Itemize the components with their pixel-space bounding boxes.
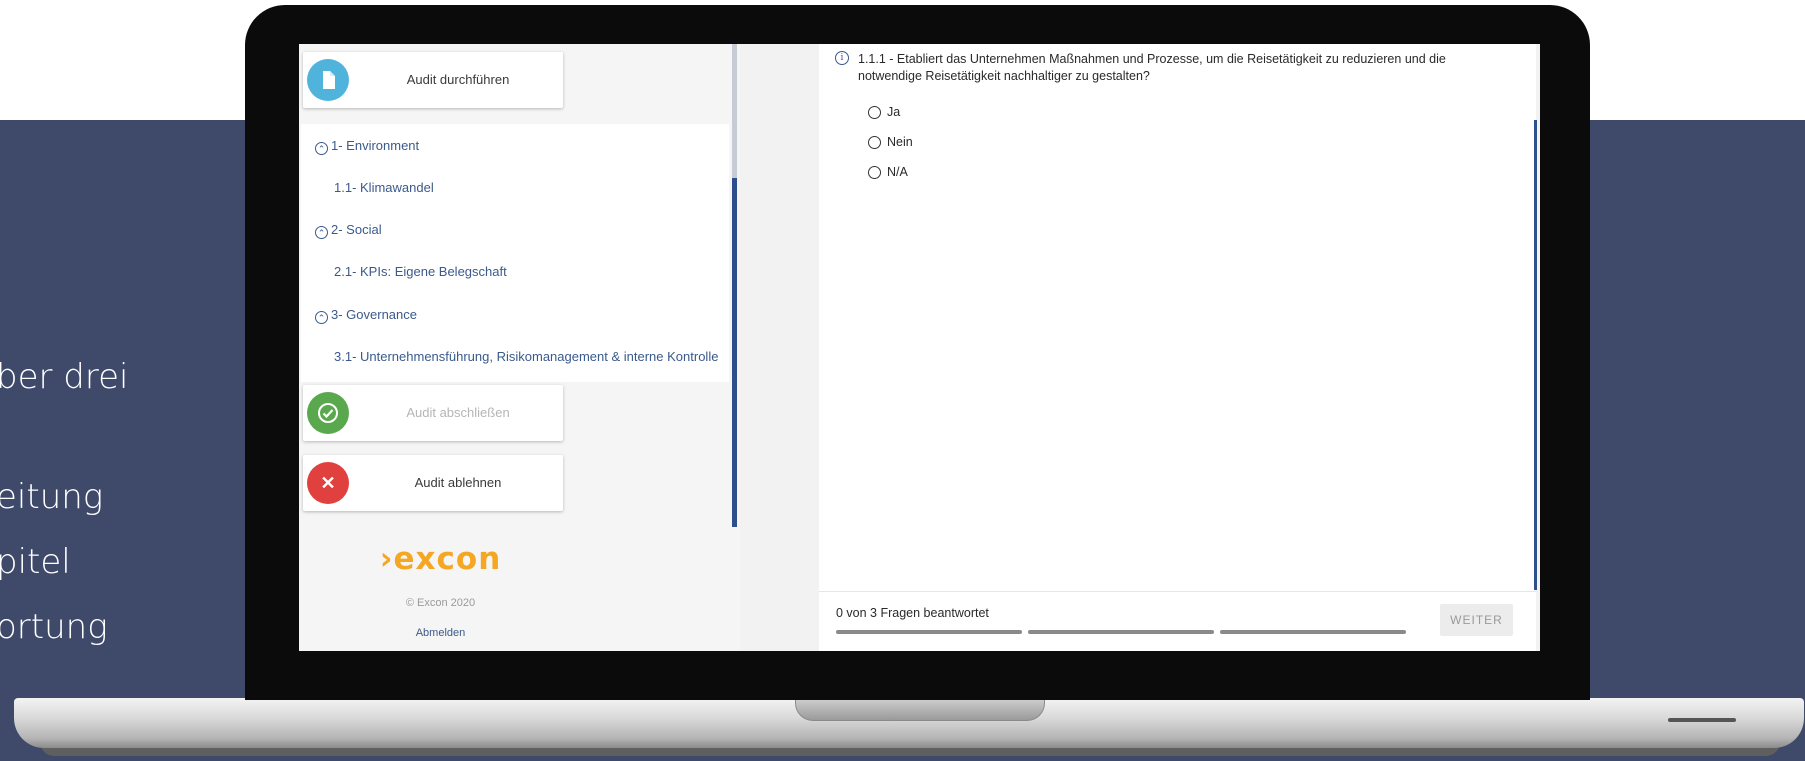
question-text: 1.1.1 - Etabliert das Unternehmen Maßnah… (858, 52, 1446, 83)
copyright: © Excon 2020 (405, 597, 476, 609)
question-card: i 1.1.1 - Etabliert das Unternehmen Maßn… (819, 44, 1536, 651)
option-ja[interactable]: Ja (868, 105, 900, 119)
nav-label: 1- Environment (331, 138, 420, 153)
nav-chapter-environment[interactable]: ⌃ 1- Environment (315, 138, 419, 155)
option-label: N/A (887, 165, 908, 179)
logout-link[interactable]: Abmelden (299, 627, 582, 639)
perform-audit-button[interactable]: Audit durchführen (303, 52, 563, 108)
radio-icon[interactable] (868, 136, 881, 149)
slide-line: ber drei (0, 357, 129, 397)
question-scrollbar[interactable] (1534, 120, 1537, 590)
slide-line: ortung (0, 607, 108, 647)
progress-segment (1220, 630, 1406, 634)
option-nein[interactable]: Nein (868, 135, 913, 149)
chevron-up-icon: ⌃ (315, 311, 328, 324)
option-label: Ja (887, 105, 901, 119)
slide-line: eitung (0, 477, 104, 517)
complete-audit-label: Audit abschließen (406, 405, 510, 420)
nav-chapter-governance[interactable]: ⌃ 3- Governance (315, 307, 417, 324)
progress-text: 0 von 3 Fragen beantwortet (836, 606, 989, 620)
progress-segment (1028, 630, 1214, 634)
next-button[interactable]: WEITER (1440, 604, 1513, 636)
document-icon (307, 59, 349, 101)
sidebar-scrollbar-thumb[interactable] (732, 178, 737, 527)
nav-section-klimawandel[interactable]: 1.1- Klimawandel (334, 180, 434, 195)
nav-section-governance[interactable]: 3.1- Unternehmensführung, Risikomanageme… (334, 349, 718, 364)
perform-audit-label: Audit durchführen (406, 72, 510, 87)
nav-label: 3- Governance (331, 307, 417, 322)
radio-icon[interactable] (868, 166, 881, 179)
option-label: Nein (887, 135, 913, 149)
progress-segment (836, 630, 1022, 634)
info-icon[interactable]: i (835, 51, 849, 65)
question-footer: 0 von 3 Fragen beantwortet WEITER (819, 591, 1536, 651)
check-icon (307, 392, 349, 434)
nav-chapter-social[interactable]: ⌃ 2- Social (315, 222, 382, 239)
laptop-base-line (1668, 718, 1736, 722)
chevron-up-icon: ⌃ (315, 226, 328, 239)
nav-label: 2- Social (331, 222, 382, 237)
slide-line: pitel (0, 542, 71, 582)
chevron-up-icon: ⌃ (315, 142, 328, 155)
app-screen: Audit durchführen ⌃ 1- Environment 1.1- K… (299, 44, 1540, 651)
option-na[interactable]: N/A (868, 165, 908, 179)
reject-audit-label: Audit ablehnen (414, 475, 502, 490)
main-content: i 1.1.1 - Etabliert das Unternehmen Maßn… (740, 44, 1540, 651)
laptop-notch (795, 698, 1045, 721)
excon-logo: ›excon (379, 541, 502, 577)
radio-icon[interactable] (868, 106, 881, 119)
nav-section-kpis[interactable]: 2.1- KPIs: Eigene Belegschaft (334, 264, 507, 279)
complete-audit-button[interactable]: Audit abschließen (303, 385, 563, 441)
sidebar: Audit durchführen ⌃ 1- Environment 1.1- K… (299, 44, 741, 651)
reject-audit-button[interactable]: ✕ Audit ablehnen (303, 455, 563, 511)
chapter-navigation: ⌃ 1- Environment 1.1- Klimawandel ⌃ 2- Soc… (301, 124, 729, 382)
close-icon: ✕ (307, 462, 349, 504)
